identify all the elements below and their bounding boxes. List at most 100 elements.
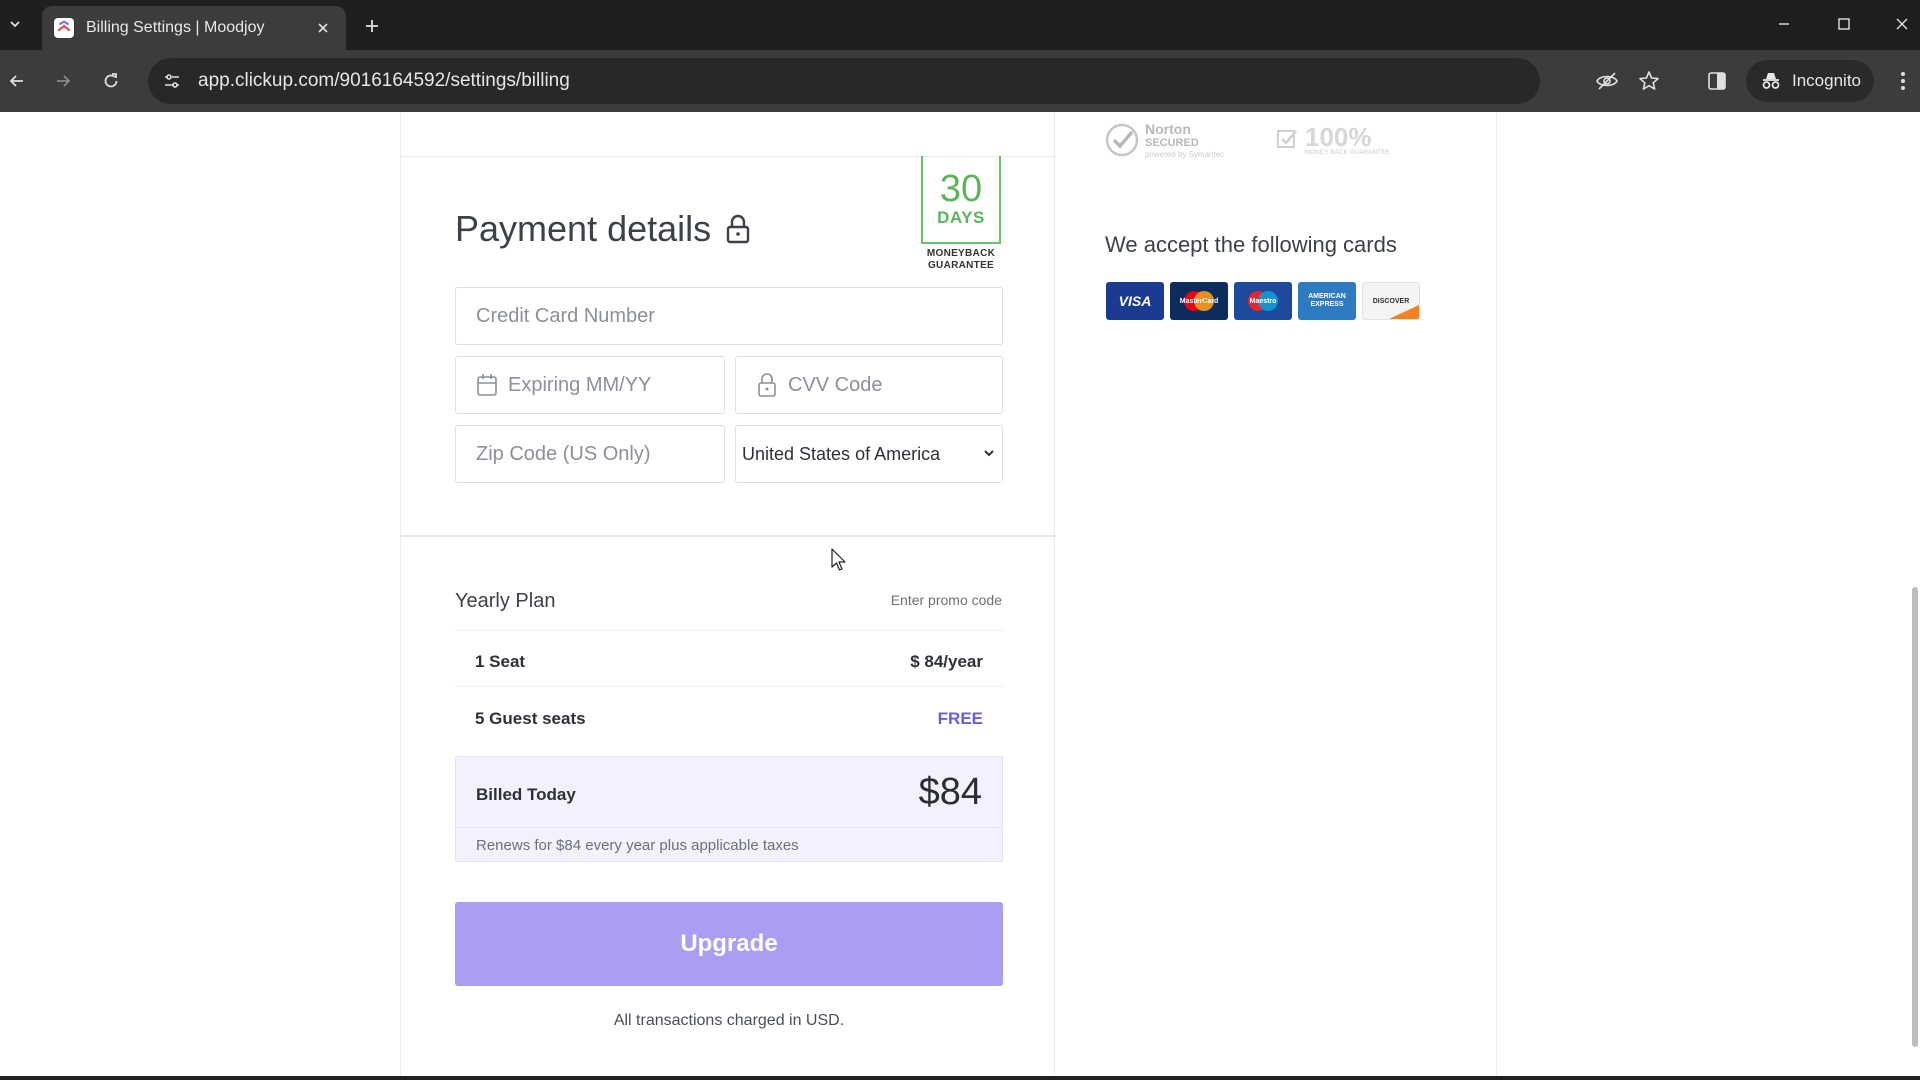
bookmark-button[interactable] xyxy=(1632,64,1666,98)
close-icon xyxy=(1896,18,1908,30)
zip-placeholder: Zip Code (US Only) xyxy=(476,442,651,465)
money-back-pct: 100% xyxy=(1305,122,1372,152)
mouse-cursor-icon xyxy=(831,548,846,571)
incognito-icon xyxy=(1762,73,1780,89)
eye-off-button[interactable] xyxy=(1590,64,1624,98)
accepted-cards-list: VISA MasterCard Maestro AMERICAN EXPRESS… xyxy=(1106,282,1420,320)
expiry-placeholder: Expiring MM/YY xyxy=(508,373,652,396)
checkmark-icon xyxy=(1105,123,1139,157)
browser-toolbar: app.clickup.com/9016164592/settings/bill… xyxy=(0,50,1920,112)
payment-title: Payment details xyxy=(455,208,751,250)
chevron-down-icon xyxy=(10,21,20,28)
guarantee-caption-2: GUARANTEE xyxy=(927,260,995,271)
chevron-down-icon xyxy=(984,450,994,457)
side-panel-icon xyxy=(1708,72,1726,90)
country-selected-value: United States of America xyxy=(742,443,941,464)
page-viewport: 30 DAYS MONEYBACK GUARANTEE Payment deta… xyxy=(0,112,1920,1080)
promo-code-link[interactable]: Enter promo code xyxy=(891,592,1002,608)
divider xyxy=(455,630,1003,631)
reload-icon xyxy=(104,73,118,88)
card-number-field[interactable]: Credit Card Number xyxy=(455,287,1003,345)
norton-sub: powered by Symantec xyxy=(1145,149,1225,159)
moneyback-guarantee-badge: 30 DAYS MONEYBACK GUARANTEE xyxy=(921,156,1001,271)
divider xyxy=(456,827,1002,828)
accepted-cards-heading: We accept the following cards xyxy=(1105,232,1397,257)
calendar-icon xyxy=(476,373,498,397)
tune-icon xyxy=(165,74,179,88)
address-bar[interactable]: app.clickup.com/9016164592/settings/bill… xyxy=(148,58,1659,104)
money-back-badge: 100% MONEY BACK GUARANTEE xyxy=(1275,114,1390,166)
maestro-text: Maestro xyxy=(1249,297,1277,305)
expiry-field[interactable]: Expiring MM/YY xyxy=(455,356,725,414)
zip-code-field[interactable]: Zip Code (US Only) xyxy=(455,425,725,483)
billed-today-label: Billed Today xyxy=(476,785,576,804)
browser-menu-button[interactable] xyxy=(1890,64,1916,98)
discover-text: DISCOVER xyxy=(1372,297,1410,305)
guarantee-unit: DAYS xyxy=(937,208,985,227)
browser-tabstrip: Billing Settings | Moodjoy xyxy=(0,0,1920,50)
new-tab-button[interactable] xyxy=(358,12,386,40)
billed-today-amount: $84 xyxy=(918,771,982,813)
money-back-sub: MONEY BACK GUARANTEE xyxy=(1305,150,1390,156)
bottom-edge xyxy=(0,1076,1920,1080)
side-panel-button[interactable] xyxy=(1700,64,1734,98)
arrow-left-icon xyxy=(9,75,23,87)
amex-card-icon: AMERICAN EXPRESS xyxy=(1298,282,1356,320)
renewal-note: Renews for $84 every year plus applicabl… xyxy=(476,837,799,854)
seat-label: 1 Seat xyxy=(475,652,526,671)
country-select[interactable]: United States of America xyxy=(735,425,1003,483)
payment-title-text: Payment details xyxy=(455,208,712,249)
tab-search-button[interactable] xyxy=(0,8,30,40)
lock-icon xyxy=(756,372,778,398)
norton-title: Norton xyxy=(1145,120,1191,137)
close-icon xyxy=(318,23,328,33)
divider xyxy=(455,686,1003,687)
cvv-field[interactable]: CVV Code xyxy=(735,356,1003,414)
star-icon xyxy=(1639,71,1659,90)
guarantee-number: 30 xyxy=(939,168,983,210)
norton-secured-badge: Norton SECURED powered by Symantec xyxy=(1105,114,1224,166)
seat-price: $ 84/year xyxy=(910,652,983,671)
guarantee-caption-1: MONEYBACK xyxy=(926,248,996,259)
tab-title: Billing Settings | Moodjoy xyxy=(86,19,265,36)
plan-row-seat: 1 Seat $ 84/year xyxy=(475,652,983,672)
maximize-button[interactable] xyxy=(1820,8,1868,40)
minimize-icon xyxy=(1779,23,1789,25)
divider xyxy=(401,535,1056,537)
plan-row-guest-seats: 5 Guest seats FREE xyxy=(475,709,983,729)
back-button[interactable] xyxy=(0,64,34,98)
upgrade-button[interactable]: Upgrade xyxy=(455,902,1003,986)
window-close-button[interactable] xyxy=(1878,8,1920,40)
maximize-icon xyxy=(1838,18,1850,30)
card-number-placeholder: Credit Card Number xyxy=(476,304,655,327)
tab-close-button[interactable] xyxy=(312,17,334,39)
reload-button[interactable] xyxy=(94,64,128,98)
cards-panel: Norton SECURED powered by Symantec 100% … xyxy=(1055,112,1497,1080)
guest-seats-label: 5 Guest seats xyxy=(475,709,586,728)
arrow-right-icon xyxy=(57,75,71,87)
lock-icon xyxy=(726,214,750,244)
plan-title: Yearly Plan xyxy=(455,590,556,612)
cvv-placeholder: CVV Code xyxy=(788,373,883,396)
check-square-icon xyxy=(1277,130,1297,148)
page-scrollbar[interactable] xyxy=(1912,587,1918,1047)
site-info-button[interactable] xyxy=(152,61,192,101)
visa-card-icon: VISA xyxy=(1106,282,1164,320)
plus-icon xyxy=(366,20,378,32)
minimize-button[interactable] xyxy=(1760,8,1808,40)
payment-panel: 30 DAYS MONEYBACK GUARANTEE Payment deta… xyxy=(400,112,1056,1080)
mastercard-card-icon: MasterCard xyxy=(1170,282,1228,320)
billed-today-box: Billed Today $84 Renews for $84 every ye… xyxy=(455,756,1003,862)
clickup-favicon-icon xyxy=(54,18,74,38)
discover-card-icon: DISCOVER xyxy=(1362,282,1420,320)
incognito-label: Incognito xyxy=(1792,71,1861,90)
norton-secured: SECURED xyxy=(1145,136,1199,149)
maestro-card-icon: Maestro xyxy=(1234,282,1292,320)
browser-tab-active[interactable]: Billing Settings | Moodjoy xyxy=(42,6,346,50)
eye-off-icon xyxy=(1596,72,1618,90)
url-text: app.clickup.com/9016164592/settings/bill… xyxy=(198,70,570,91)
incognito-indicator[interactable]: Incognito xyxy=(1746,60,1874,102)
more-vertical-icon xyxy=(1901,72,1905,90)
guest-seats-price: FREE xyxy=(937,709,983,728)
forward-button[interactable] xyxy=(46,64,80,98)
